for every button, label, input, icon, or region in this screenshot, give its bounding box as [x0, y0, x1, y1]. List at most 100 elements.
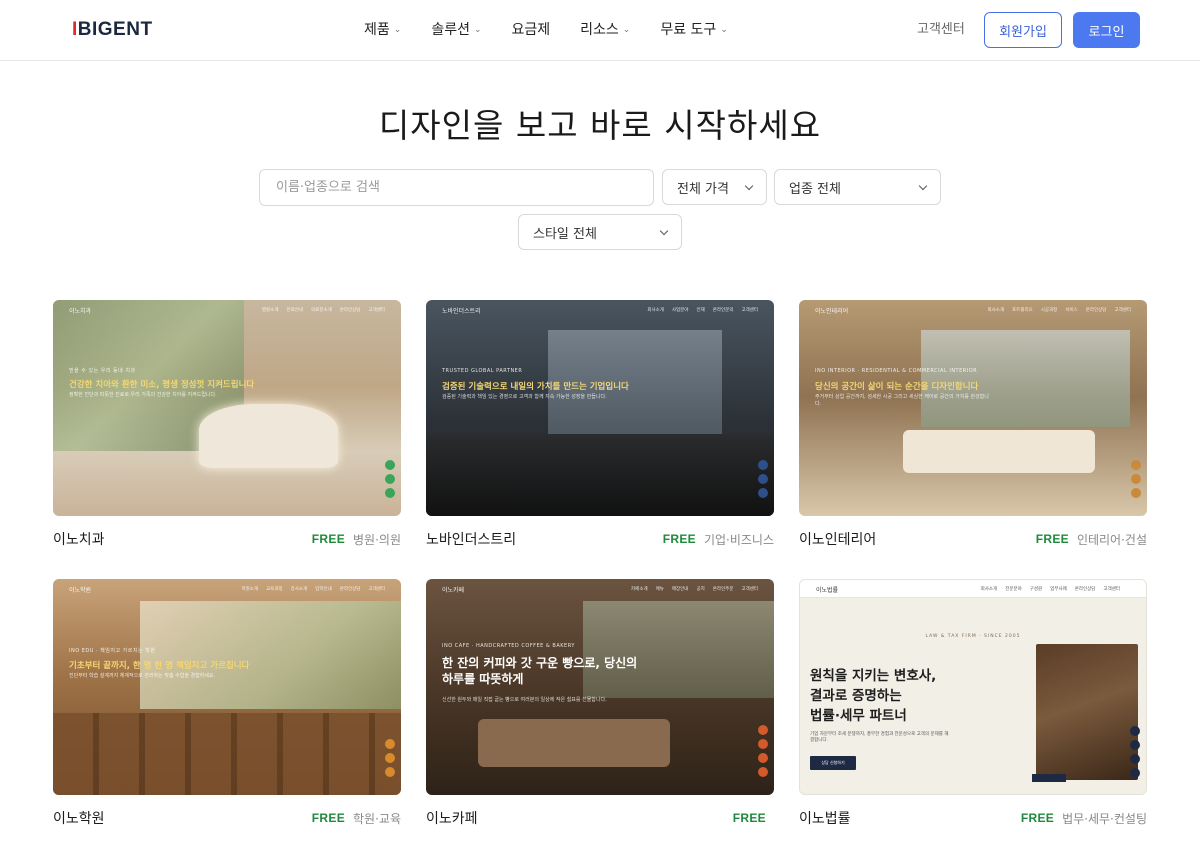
- thumb-link: 서비스: [1065, 308, 1078, 313]
- chevron-down-icon: ⌄: [473, 25, 482, 35]
- chat-icon: [1131, 474, 1141, 484]
- template-thumbnail[interactable]: 이노인테리어 회사소개 포트폴리오 시공과정 서비스 온라인상담 고객센터 IN…: [799, 300, 1147, 516]
- nav-label: 무료 도구: [660, 22, 717, 38]
- style-filter-select[interactable]: 스타일 전체: [518, 214, 682, 250]
- thumb-link: 매장안내: [671, 587, 689, 592]
- thumb-link: 온라인상담: [1074, 587, 1096, 592]
- chat-icon: [385, 753, 395, 763]
- nav-item-free-tools[interactable]: 무료 도구 ⌄: [660, 19, 728, 41]
- template-thumbnail[interactable]: 노바인더스트리 회사소개 사업분야 인재 온라인문의 고객센터 TRUSTED …: [426, 300, 774, 516]
- card-meta: 이노법률 FREE 법무·세무·컨설팅: [799, 807, 1147, 829]
- thumb-link: 병원소개: [261, 308, 279, 313]
- thumb-link: 온라인상담: [339, 587, 361, 592]
- thumb-link: 회사소개: [987, 308, 1005, 313]
- phone-icon: [385, 739, 395, 749]
- thumb-body: 진단부터 학습 설계까지 체계적으로 관리하는 맞춤 수업을 경험하세요.: [69, 673, 216, 679]
- thumb-headline: 한 잔의 커피와 갓 구운 빵으로, 당신의 하루를 따뜻하게: [442, 656, 638, 686]
- category-tag: 병원·의원: [353, 532, 401, 547]
- thumb-link: 고객센터: [741, 587, 758, 592]
- thumb-logo: 이노치과: [69, 307, 92, 315]
- card-tags: FREE 법무·세무·컨설팅: [1021, 810, 1147, 827]
- search-input[interactable]: [259, 169, 654, 206]
- template-card-cafe[interactable]: 이노카페 카페소개 메뉴 매장안내 공지 온라인주문 고객센터 INO CAFE…: [426, 579, 774, 827]
- thumb-nav: 노바인더스트리 회사소개 사업분야 인재 온라인문의 고객센터: [426, 300, 774, 320]
- thumb-link: 고객센터: [368, 587, 385, 592]
- thumb-link: 진료안내: [286, 308, 304, 313]
- signup-button[interactable]: 회원가입: [984, 12, 1062, 48]
- template-card-corporate[interactable]: 노바인더스트리 회사소개 사업분야 인재 온라인문의 고객센터 TRUSTED …: [426, 300, 774, 548]
- thumb-links: 회사소개 포트폴리오 시공과정 서비스 온라인상담 고객센터: [987, 307, 1131, 313]
- card-tags: FREE 기업·비즈니스: [663, 531, 774, 548]
- template-card-academy[interactable]: 이노학원 학원소개 교육과정 강사소개 입학안내 온라인상담 고객센터 INO …: [53, 579, 401, 827]
- thumb-nav: 이노치과 병원소개 진료안내 의료진소개 온라인상담 고객센터: [53, 300, 401, 320]
- thumb-link: 사업분야: [671, 308, 689, 313]
- nav-item-resources[interactable]: 리소스 ⌄: [580, 19, 630, 41]
- template-name: 이노학원: [53, 811, 105, 827]
- thumb-links: 회사소개 사업분야 인재 온라인문의 고객센터: [647, 307, 758, 313]
- industry-filter-select[interactable]: 업종 전체: [774, 169, 941, 205]
- price-filter-select[interactable]: 전체 가격: [662, 169, 767, 205]
- thumb-nav: 이노인테리어 회사소개 포트폴리오 시공과정 서비스 온라인상담 고객센터: [799, 300, 1147, 320]
- thumb-link: 회사소개: [980, 587, 998, 592]
- thumb-link: 고객센터: [1114, 308, 1131, 313]
- style-filter-value: 스타일 전체: [533, 226, 597, 242]
- card-tags: FREE 인테리어·건설: [1036, 531, 1147, 548]
- thumb-link: 교육과정: [266, 587, 283, 592]
- customer-center-link[interactable]: 고객센터: [917, 20, 965, 40]
- headline-line: 원칙을 지키는 변호사,: [810, 668, 937, 684]
- template-card-interior[interactable]: 이노인테리어 회사소개 포트폴리오 시공과정 서비스 온라인상담 고객센터 IN…: [799, 300, 1147, 548]
- thumb-headline: 건강한 치아와 환한 미소, 평생 정성껏 지켜드립니다: [69, 380, 255, 390]
- thumb-link: 구성원: [1029, 587, 1043, 592]
- location-icon: [385, 488, 395, 498]
- template-thumbnail[interactable]: 이노법률 회사소개 전문분야 구성원 업무사례 온라인상담 고객센터 LAW &…: [799, 579, 1147, 795]
- thumb-body: 신선한 원두와 매일 직접 굽는 빵으로 여러분의 일상에 작은 쉼표를 선물합…: [442, 697, 607, 703]
- template-thumbnail[interactable]: 이노카페 카페소개 메뉴 매장안내 공지 온라인주문 고객센터 INO CAFE…: [426, 579, 774, 795]
- thumb-headline: 당신의 공간이 삶이 되는 순간을 디자인합니다: [815, 382, 979, 392]
- nav-item-product[interactable]: 제품 ⌄: [364, 19, 401, 41]
- thumb-link: 고객센터: [1103, 587, 1120, 592]
- office-image: [1036, 644, 1138, 780]
- template-card-dental[interactable]: 이노치과 병원소개 진료안내 의료진소개 온라인상담 고객센터 믿을 수 있는 …: [53, 300, 401, 548]
- card-tags: FREE: [733, 811, 774, 825]
- chevron-down-icon: ⌄: [720, 25, 728, 35]
- price-badge: FREE: [732, 811, 766, 825]
- nav-item-solution[interactable]: 솔루션 ⌄: [431, 19, 481, 41]
- login-button[interactable]: 로그인: [1073, 12, 1140, 48]
- price-badge: FREE: [311, 532, 346, 546]
- thumb-link: 회사소개: [647, 308, 664, 313]
- chevron-down-icon: [918, 181, 928, 190]
- thumb-link: 공지: [696, 587, 705, 592]
- thumb-eyebrow: INO INTERIOR · RESIDENTIAL & COMMERCIAL …: [815, 368, 978, 374]
- template-thumbnail[interactable]: 이노학원 학원소개 교육과정 강사소개 입학안내 온라인상담 고객센터 INO …: [53, 579, 401, 795]
- thumb-nav: 이노학원 학원소개 교육과정 강사소개 입학안내 온라인상담 고객센터: [53, 579, 401, 599]
- phone-icon: [1130, 726, 1140, 736]
- thumb-links: 카페소개 메뉴 매장안내 공지 온라인주문 고객센터: [631, 586, 758, 592]
- chat-icon: [385, 474, 395, 484]
- category-tag: 기업·비즈니스: [703, 532, 774, 547]
- nav-item-pricing[interactable]: 요금제: [512, 19, 551, 41]
- thumb-link: 메뉴: [655, 587, 664, 592]
- thumb-body: 기업 자문부터 조세 분쟁까지, 풍부한 경험과 전문성으로 고객의 문제를 해…: [810, 732, 949, 743]
- phone-icon: [1131, 460, 1141, 470]
- chat-icon: [1130, 740, 1140, 750]
- template-name: 이노카페: [426, 811, 478, 827]
- template-thumbnail[interactable]: 이노치과 병원소개 진료안내 의료진소개 온라인상담 고객센터 믿을 수 있는 …: [53, 300, 401, 516]
- thumb-link: 시공과정: [1040, 308, 1058, 313]
- brand-logo[interactable]: IBIGENT: [72, 18, 153, 42]
- main-nav: 제품 ⌄ 솔루션 ⌄ 요금제 리소스 ⌄ 무료 도구 ⌄: [364, 19, 728, 41]
- thumb-link: 온라인주문: [712, 587, 734, 592]
- phone-icon: [758, 460, 768, 470]
- card-tags: FREE 병원·의원: [312, 531, 401, 548]
- card-meta: 이노인테리어 FREE 인테리어·건설: [799, 528, 1147, 550]
- thumb-link: 온라인문의: [712, 308, 734, 313]
- image-caption-badge: [1032, 774, 1066, 782]
- thumb-eyebrow: 믿을 수 있는 우리 동네 치과: [69, 368, 136, 374]
- template-card-law[interactable]: 이노법률 회사소개 전문분야 구성원 업무사례 온라인상담 고객센터 LAW &…: [799, 579, 1147, 827]
- thumb-link: 강사소개: [290, 587, 308, 592]
- price-filter-value: 전체 가격: [677, 181, 729, 197]
- card-meta: 이노카페 FREE: [426, 807, 774, 829]
- card-tags: FREE 학원·교육: [312, 810, 401, 827]
- nav-label: 요금제: [511, 22, 551, 38]
- phone-icon: [385, 460, 395, 470]
- cta-label: 상담 신청하기: [821, 760, 845, 765]
